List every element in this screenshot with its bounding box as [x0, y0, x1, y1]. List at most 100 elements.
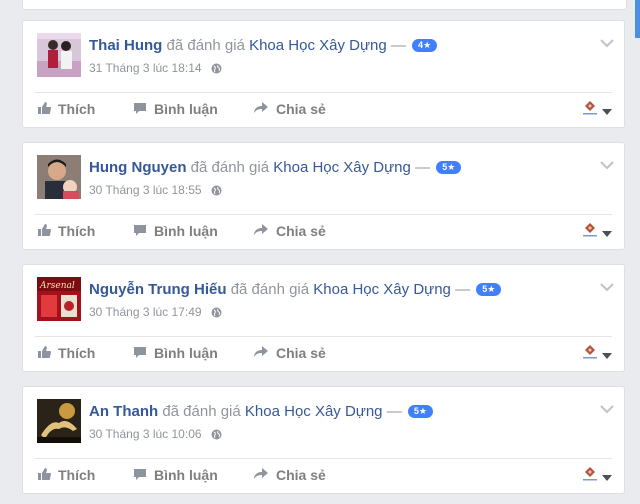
star-icon: ★	[418, 406, 427, 416]
dash: —	[415, 159, 431, 176]
share-label: Chia sẻ	[276, 101, 326, 117]
chevron-down-icon[interactable]	[600, 279, 614, 292]
timestamp-link[interactable]: 31 Tháng 3 lúc 18:14	[89, 61, 202, 75]
timestamp-link[interactable]: 30 Tháng 3 lúc 18:55	[89, 183, 202, 197]
rating-badge: 5★	[407, 405, 433, 418]
post-headline: Nguyễn Trung Hiếu đã đánh giá Khoa Học X…	[89, 281, 588, 298]
page-selector[interactable]	[581, 343, 612, 366]
rating-badge: 5★	[436, 161, 462, 174]
like-button[interactable]: Thích	[37, 97, 95, 121]
share-button[interactable]: Chia sẻ	[253, 341, 326, 365]
rated-verb: đã đánh giá	[230, 281, 310, 298]
chevron-down-icon[interactable]	[600, 401, 614, 414]
divider	[35, 458, 612, 459]
avatar[interactable]	[37, 399, 81, 443]
caret-down-icon	[602, 468, 612, 486]
globe-icon[interactable]	[211, 429, 222, 443]
review-post-card: Hung Nguyen đã đánh giá Khoa Học Xây Dựn…	[22, 142, 625, 250]
share-button[interactable]: Chia sẻ	[253, 219, 326, 243]
star-icon: ★	[423, 40, 432, 50]
comment-icon	[133, 467, 154, 484]
comment-label: Bình luận	[154, 223, 218, 239]
divider	[35, 336, 612, 337]
svg-text:Arsenal: Arsenal	[39, 281, 75, 291]
author-name-link[interactable]: An Thanh	[89, 403, 158, 420]
share-icon	[253, 345, 276, 362]
post-meta: 31 Tháng 3 lúc 18:14	[89, 61, 222, 77]
review-post-card: Arsenal Nguyễn Trung Hiếu đã đánh giá Kh…	[22, 264, 625, 372]
like-label: Thích	[58, 467, 96, 483]
page-name-link[interactable]: Khoa Học Xây Dựng	[313, 281, 451, 298]
like-label: Thích	[58, 101, 96, 117]
comment-button[interactable]: Bình luận	[133, 97, 218, 121]
divider	[35, 92, 612, 93]
like-icon	[37, 467, 58, 484]
page-name-link[interactable]: Khoa Học Xây Dựng	[245, 403, 383, 420]
post-headline: An Thanh đã đánh giá Khoa Học Xây Dựng —…	[89, 403, 588, 420]
timestamp-link[interactable]: 30 Tháng 3 lúc 10:06	[89, 427, 202, 441]
star-icon: ★	[487, 284, 496, 294]
comment-label: Bình luận	[154, 345, 218, 361]
avatar[interactable]: Arsenal	[37, 277, 81, 321]
globe-icon[interactable]	[211, 63, 222, 77]
page-selector[interactable]	[581, 221, 612, 244]
share-icon	[253, 467, 276, 484]
share-label: Chia sẻ	[276, 345, 326, 361]
like-icon	[37, 345, 58, 362]
page-logo-icon	[581, 221, 599, 244]
share-button[interactable]: Chia sẻ	[253, 97, 326, 121]
comment-icon	[133, 223, 154, 240]
like-button[interactable]: Thích	[37, 463, 95, 487]
avatar[interactable]	[37, 33, 81, 77]
caret-down-icon	[602, 224, 612, 242]
comment-label: Bình luận	[154, 101, 218, 117]
comment-button[interactable]: Bình luận	[133, 219, 218, 243]
previous-post-card	[22, 0, 627, 10]
globe-icon[interactable]	[211, 307, 222, 321]
like-icon	[37, 223, 58, 240]
chevron-down-icon[interactable]	[600, 35, 614, 48]
globe-icon[interactable]	[211, 185, 222, 199]
rating-badge: 5★	[476, 283, 502, 296]
share-label: Chia sẻ	[276, 467, 326, 483]
comment-button[interactable]: Bình luận	[133, 463, 218, 487]
avatar[interactable]	[37, 155, 81, 199]
post-actions: Thích Bình luận Chia sẻ	[37, 341, 612, 365]
timestamp-link[interactable]: 30 Tháng 3 lúc 17:49	[89, 305, 202, 319]
rated-verb: đã đánh giá	[190, 159, 270, 176]
post-actions: Thích Bình luận Chia sẻ	[37, 219, 612, 243]
caret-down-icon	[602, 102, 612, 120]
like-icon	[37, 101, 58, 118]
chevron-down-icon[interactable]	[600, 157, 614, 170]
page-logo-icon	[581, 343, 599, 366]
divider	[35, 214, 612, 215]
rating-badge: 4★	[412, 39, 438, 52]
page-logo-icon	[581, 99, 599, 122]
rated-verb: đã đánh giá	[162, 403, 241, 420]
page-selector[interactable]	[581, 465, 612, 488]
post-actions: Thích Bình luận Chia sẻ	[37, 97, 612, 121]
author-name-link[interactable]: Nguyễn Trung Hiếu	[89, 281, 227, 298]
like-button[interactable]: Thích	[37, 219, 95, 243]
post-headline: Hung Nguyen đã đánh giá Khoa Học Xây Dựn…	[89, 159, 588, 176]
review-post-card: An Thanh đã đánh giá Khoa Học Xây Dựng —…	[22, 386, 625, 494]
comment-icon	[133, 345, 154, 362]
post-headline: Thai Hung đã đánh giá Khoa Học Xây Dựng …	[89, 37, 588, 54]
scrollbar[interactable]	[635, 0, 640, 38]
comment-button[interactable]: Bình luận	[133, 341, 218, 365]
page-selector[interactable]	[581, 99, 612, 122]
author-name-link[interactable]: Thai Hung	[89, 37, 162, 54]
comment-icon	[133, 101, 154, 118]
like-button[interactable]: Thích	[37, 341, 95, 365]
share-icon	[253, 101, 276, 118]
page-name-link[interactable]: Khoa Học Xây Dựng	[249, 37, 387, 54]
page-name-link[interactable]: Khoa Học Xây Dựng	[273, 159, 411, 176]
author-name-link[interactable]: Hung Nguyen	[89, 159, 187, 176]
star-icon: ★	[447, 162, 456, 172]
post-actions: Thích Bình luận Chia sẻ	[37, 463, 612, 487]
share-icon	[253, 223, 276, 240]
share-button[interactable]: Chia sẻ	[253, 463, 326, 487]
share-label: Chia sẻ	[276, 223, 326, 239]
post-meta: 30 Tháng 3 lúc 10:06	[89, 427, 222, 443]
dash: —	[390, 37, 406, 54]
